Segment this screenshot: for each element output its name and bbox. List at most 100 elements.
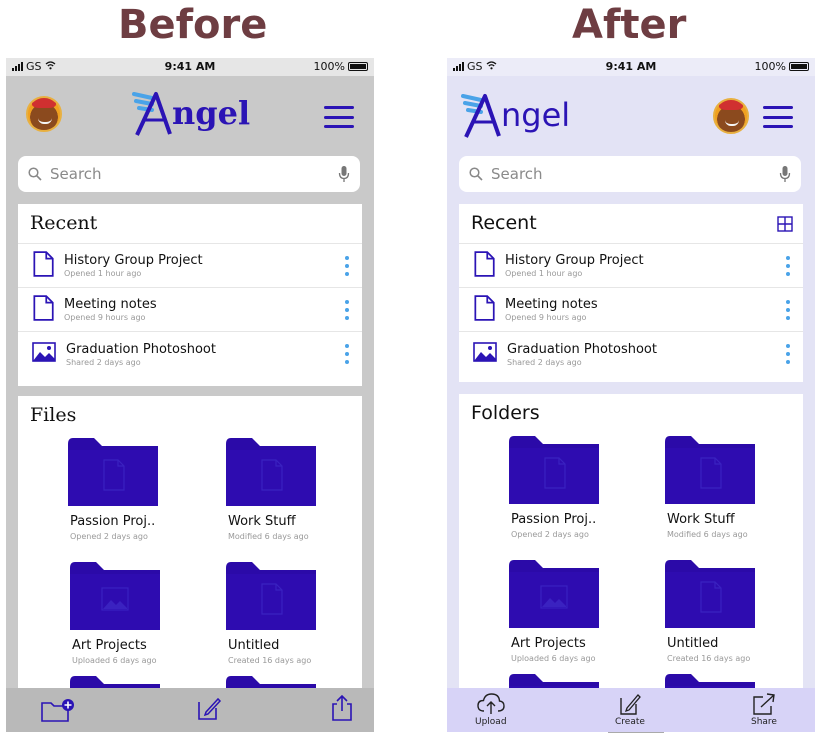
- document-icon: [473, 294, 495, 325]
- angel-logo: ngel: [461, 90, 570, 140]
- folder-name: Passion Proj..: [511, 512, 597, 527]
- new-folder-button[interactable]: [40, 696, 76, 724]
- folder-meta: Uploaded 6 days ago: [511, 654, 596, 663]
- avatar[interactable]: [26, 96, 62, 132]
- status-bar: GS 9:41 AM 100%: [447, 58, 815, 76]
- document-icon: [32, 250, 54, 281]
- compose-icon: [198, 697, 222, 720]
- bottom-toolbar: [6, 688, 374, 732]
- document-icon: [32, 294, 54, 325]
- share-tab[interactable]: Share: [751, 692, 777, 727]
- app-header: ngel: [6, 76, 374, 150]
- recent-item[interactable]: Graduation Photoshoot Shared 2 days ago: [18, 332, 362, 376]
- document-icon: [473, 250, 495, 281]
- new-folder-icon: [41, 699, 74, 722]
- recent-item-meta: Opened 9 hours ago: [64, 313, 146, 322]
- recent-item[interactable]: History Group Project Opened 1 hour ago: [459, 244, 803, 288]
- folder-item[interactable]: Untitled Created 16 days ago: [226, 560, 356, 665]
- status-bar: GS 9:41 AM 100%: [6, 58, 374, 76]
- recent-item-name: History Group Project: [505, 253, 644, 268]
- grid-view-icon[interactable]: [777, 216, 793, 232]
- folder-meta: Opened 2 days ago: [70, 532, 148, 541]
- compose-button[interactable]: [196, 696, 222, 722]
- battery-icon: [789, 62, 809, 71]
- recent-item-meta: Shared 2 days ago: [66, 357, 141, 367]
- folder-icon: [665, 672, 795, 688]
- more-options-icon[interactable]: [344, 256, 350, 276]
- folder-icon: [509, 434, 639, 508]
- search-icon: [28, 167, 42, 181]
- folder-item[interactable]: [665, 672, 795, 688]
- microphone-icon[interactable]: [338, 165, 350, 183]
- recent-item[interactable]: Meeting notes Opened 9 hours ago: [459, 288, 803, 332]
- folder-meta: Modified 6 days ago: [228, 532, 309, 541]
- folder-icon: [226, 560, 356, 634]
- after-heading: After: [572, 2, 687, 48]
- cloud-upload-icon: [477, 693, 505, 714]
- more-options-icon[interactable]: [785, 256, 791, 276]
- recent-card: Recent History Group Project Opened 1 hou…: [18, 204, 362, 386]
- folder-meta: Modified 6 days ago: [667, 530, 748, 539]
- recent-list: History Group Project Opened 1 hour ago Me…: [18, 244, 362, 376]
- folder-item[interactable]: [509, 672, 639, 688]
- search-input[interactable]: Search: [491, 165, 779, 183]
- folder-item[interactable]: Passion Proj.. Opened 2 days ago: [509, 434, 639, 539]
- folder-icon: [226, 436, 356, 510]
- recent-item[interactable]: Graduation Photoshoot Shared 2 days ago: [459, 332, 803, 376]
- folder-item[interactable]: Art Projects Uploaded 6 days ago: [70, 560, 200, 665]
- recent-item[interactable]: Meeting notes Opened 9 hours ago: [18, 288, 362, 332]
- upload-tab[interactable]: Upload: [475, 692, 507, 727]
- share-button[interactable]: [330, 694, 354, 722]
- hamburger-menu-icon[interactable]: [324, 106, 354, 128]
- upload-label: Upload: [475, 717, 507, 727]
- search-icon: [469, 167, 483, 181]
- recent-item-meta: Opened 9 hours ago: [505, 313, 587, 322]
- folder-item[interactable]: Art Projects Uploaded 6 days ago: [509, 558, 639, 663]
- before-phone-screen: GS 9:41 AM 100% ngel Search Recent Histo…: [6, 58, 374, 732]
- battery-percent: 100%: [754, 60, 786, 73]
- folder-meta: Created 16 days ago: [667, 654, 751, 663]
- folder-meta: Uploaded 6 days ago: [72, 656, 157, 665]
- after-phone-screen: GS 9:41 AM 100% ngel Search Recent Histo…: [447, 58, 815, 732]
- recent-item-name: Graduation Photoshoot: [66, 341, 216, 357]
- folder-icon: [70, 560, 200, 634]
- share-icon: [332, 694, 352, 721]
- folder-name: Art Projects: [72, 638, 147, 653]
- recent-item-meta: Opened 1 hour ago: [64, 269, 142, 278]
- create-tab[interactable]: Create: [615, 692, 645, 727]
- logo-text: ngel: [501, 96, 571, 134]
- folder-icon: [509, 558, 639, 632]
- angel-logo: ngel: [132, 88, 250, 138]
- create-label: Create: [615, 717, 645, 727]
- folder-icon: [68, 436, 198, 510]
- folder-name: Passion Proj..: [70, 514, 156, 529]
- more-options-icon[interactable]: [344, 300, 350, 320]
- files-card: Files Passion Proj.. Opened 2 days ago Wor…: [18, 396, 362, 696]
- recent-list: History Group Project Opened 1 hour ago Me…: [459, 244, 803, 376]
- battery-percent: 100%: [313, 60, 345, 73]
- folders-title: Folders: [471, 402, 540, 424]
- search-bar[interactable]: Search: [459, 156, 801, 192]
- folder-icon: [665, 434, 795, 508]
- folder-item[interactable]: Work Stuff Modified 6 days ago: [665, 434, 795, 539]
- recent-item[interactable]: History Group Project Opened 1 hour ago: [18, 244, 362, 288]
- recent-item-meta: Shared 2 days ago: [507, 357, 582, 367]
- avatar[interactable]: [713, 98, 749, 134]
- folder-icon: [665, 558, 795, 632]
- recent-title: Recent: [471, 212, 537, 234]
- folder-name: Work Stuff: [228, 514, 296, 529]
- app-header: ngel: [447, 76, 815, 150]
- folder-item[interactable]: Passion Proj.. Opened 2 days ago: [68, 436, 198, 541]
- folder-item[interactable]: Untitled Created 16 days ago: [665, 558, 795, 663]
- recent-card: Recent History Group Project Opened 1 hou…: [459, 204, 803, 382]
- hamburger-menu-icon[interactable]: [763, 106, 793, 128]
- more-options-icon[interactable]: [785, 344, 791, 364]
- more-options-icon[interactable]: [344, 344, 350, 364]
- more-options-icon[interactable]: [785, 300, 791, 320]
- search-input[interactable]: Search: [50, 165, 338, 183]
- folder-item[interactable]: Work Stuff Modified 6 days ago: [226, 436, 356, 541]
- bottom-toolbar: Upload Create Share: [447, 688, 815, 732]
- microphone-icon[interactable]: [779, 165, 791, 183]
- folder-meta: Opened 2 days ago: [511, 530, 589, 539]
- search-bar[interactable]: Search: [18, 156, 360, 192]
